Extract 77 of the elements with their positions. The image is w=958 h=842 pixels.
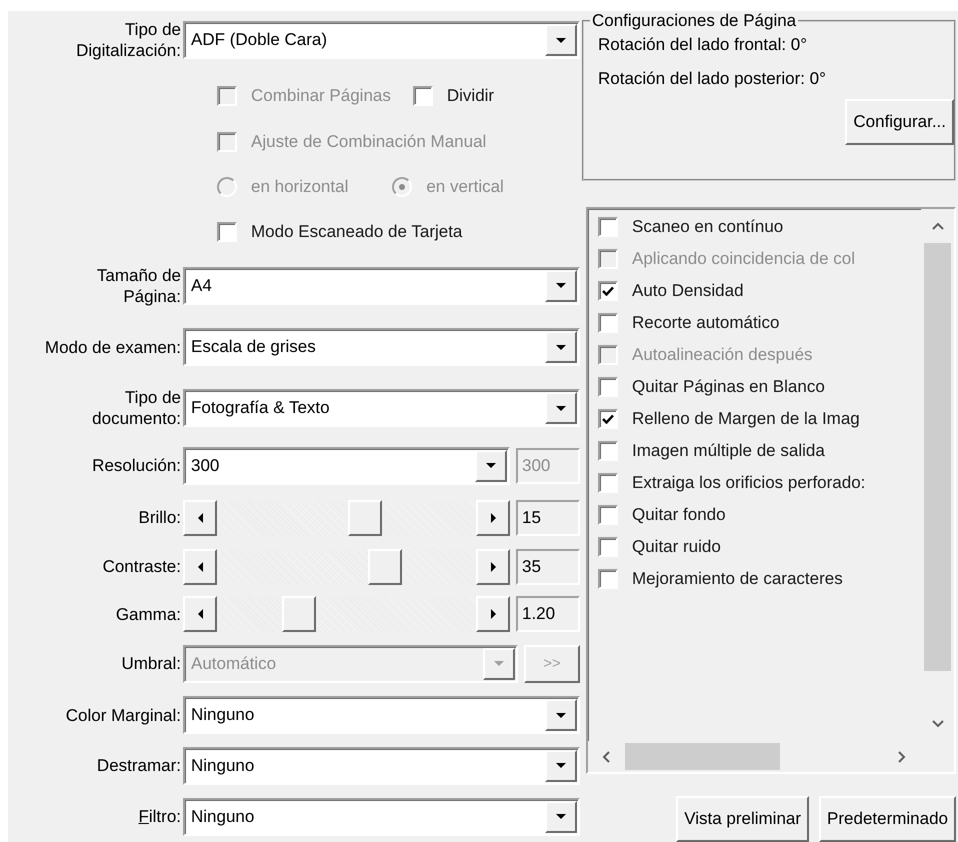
checkbox-option[interactable]: Quitar ruido <box>598 536 921 557</box>
dropdown-field[interactable]: ADF (Doble Cara) <box>183 21 580 60</box>
value-readout: 15 <box>516 500 580 536</box>
dropdown-arrow-icon <box>556 406 566 411</box>
slider-thumb[interactable] <box>368 548 402 585</box>
value-readout: 35 <box>516 548 580 585</box>
checkbox-option[interactable]: Quitar Páginas en Blanco <box>598 376 921 397</box>
slider-thumb[interactable] <box>282 596 316 632</box>
dropdown-field[interactable]: Ninguno <box>183 696 580 734</box>
left-arrow-icon <box>198 562 202 572</box>
checkbox-option[interactable]: Scaneo en contínuo <box>598 216 921 237</box>
field-label: Contraste: <box>102 556 182 578</box>
slider-thumb[interactable] <box>348 500 382 536</box>
checkbox-option[interactable]: Recorte automático <box>598 312 921 333</box>
field-label: Modo de examen: <box>44 336 182 358</box>
checkbox-option[interactable]: Quitar fondo <box>598 504 921 525</box>
slider-left-button[interactable] <box>183 500 217 536</box>
dropdown-field[interactable]: Ninguno <box>183 798 580 836</box>
field-label: Color Marginal: <box>66 704 182 726</box>
scrollbar-thumb[interactable] <box>924 242 951 671</box>
checkbox-option[interactable]: Mejoramiento de caracteres <box>598 568 921 589</box>
dropdown-arrow-icon <box>556 344 566 350</box>
checkbox-option[interactable]: Relleno de Margen de la Imag <box>598 408 921 429</box>
slider-left-button[interactable] <box>183 548 217 585</box>
dropdown-field[interactable]: A4 <box>183 266 580 305</box>
scroll-left-icon[interactable] <box>602 750 611 762</box>
checkbox-option[interactable]: Imagen múltiple de salida <box>598 440 921 461</box>
field-label: Gamma: <box>116 604 182 624</box>
field-label: Filtro: <box>138 806 182 828</box>
field-label: Tamaño de Página: <box>96 264 182 307</box>
slider[interactable] <box>183 500 510 536</box>
rotation-text: Rotación del lado frontal: 0° <box>598 35 808 55</box>
slider-left-button[interactable] <box>183 596 217 632</box>
dropdown-arrow-icon <box>494 661 504 666</box>
checkbox-option[interactable]: Auto Densidad <box>598 280 921 301</box>
dropdown-arrow-icon <box>556 814 566 820</box>
dropdown-arrow-icon <box>486 463 496 468</box>
dropdown-field[interactable]: 300 <box>183 446 510 485</box>
scrollbar-thumb[interactable] <box>625 743 780 770</box>
slider[interactable] <box>183 596 510 632</box>
field-label: Umbral: <box>121 653 182 674</box>
checkbox-option[interactable]: Extraiga los orificios perforado: <box>598 472 921 493</box>
field-label: Tipo de Digitalización: <box>76 19 182 62</box>
slider-right-button[interactable] <box>476 548 510 585</box>
field-label: Resolución: <box>92 455 182 476</box>
dropdown-arrow-icon <box>556 283 566 288</box>
checkbox-option[interactable]: Dividir <box>412 86 494 106</box>
dropdown-arrow-icon <box>556 38 566 43</box>
field-label: Brillo: <box>138 507 182 528</box>
dropdown-arrow-icon <box>556 712 566 718</box>
slider-right-button[interactable] <box>476 596 510 632</box>
footer-button[interactable]: Predeterminado <box>819 796 956 842</box>
right-arrow-icon <box>490 609 496 619</box>
right-arrow-icon <box>490 562 496 572</box>
scroll-right-icon[interactable] <box>896 750 906 762</box>
checkmark-icon <box>602 414 614 424</box>
scroll-down-icon[interactable] <box>932 718 944 728</box>
right-arrow-icon <box>490 512 496 523</box>
dropdown-field[interactable]: Ninguno <box>183 746 580 785</box>
rotation-text: Rotación del lado posterior: 0° <box>598 69 827 89</box>
slider[interactable] <box>183 548 510 585</box>
checkmark-icon <box>602 286 614 296</box>
footer-button[interactable]: Vista preliminar <box>676 796 810 842</box>
dropdown-field[interactable]: Escala de grises <box>183 328 580 366</box>
value-readout: 1.20 <box>516 596 580 632</box>
scroll-up-icon[interactable] <box>932 222 944 232</box>
left-arrow-icon <box>198 609 202 619</box>
field-label: Tipo de documento: <box>92 387 182 430</box>
checkbox-option[interactable]: Modo Escaneado de Tarjeta <box>217 222 462 242</box>
dropdown-arrow-icon <box>556 763 566 768</box>
configure-button[interactable]: Configurar... <box>845 99 954 145</box>
value-readout: 300 <box>516 448 580 484</box>
left-arrow-icon <box>198 512 202 523</box>
group-title: Configuraciones de Página <box>591 11 798 31</box>
dropdown-field[interactable]: Fotografía & Texto <box>183 389 580 428</box>
slider-right-button[interactable] <box>476 500 510 536</box>
field-label: Destramar: <box>96 755 182 776</box>
